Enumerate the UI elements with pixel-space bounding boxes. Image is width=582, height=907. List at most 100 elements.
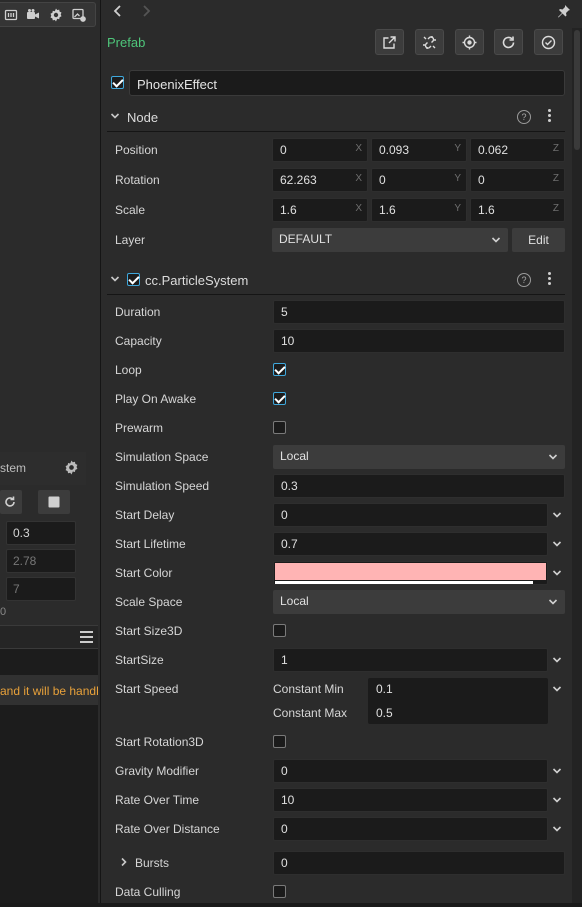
more-options-icon[interactable] (548, 272, 552, 288)
chevron-down-icon[interactable] (551, 765, 563, 777)
console-header (0, 625, 98, 649)
chevron-down-icon (491, 235, 501, 245)
position-y-input[interactable]: 0.093 Y (371, 138, 467, 162)
rotation-y-input[interactable]: 0Y (371, 168, 467, 192)
forward-arrow-icon[interactable] (139, 4, 153, 18)
chevron-down-icon[interactable] (551, 794, 563, 806)
start-size-input[interactable]: 1 (273, 648, 548, 672)
video-camera-icon[interactable] (26, 8, 40, 22)
constant-min-label: Constant Min (273, 682, 344, 696)
chevron-right-icon[interactable] (119, 857, 129, 867)
node-active-checkbox[interactable] (111, 76, 124, 89)
help-icon[interactable]: ? (517, 110, 531, 124)
start-speed-range (368, 678, 548, 724)
capacity-input[interactable]: 10 (273, 329, 565, 353)
revert-prefab-button[interactable] (494, 29, 523, 55)
layer-edit-button[interactable]: Edit (512, 228, 565, 252)
chevron-down-icon[interactable] (551, 823, 563, 835)
loop-checkbox[interactable] (273, 363, 286, 376)
position-x-input[interactable]: 0X (272, 138, 368, 162)
scrollbar-thumb[interactable] (574, 30, 580, 150)
restart-icon (5, 496, 15, 507)
help-icon[interactable]: ? (517, 273, 531, 287)
position-z-input[interactable]: 0.062 Z (470, 138, 565, 162)
unlink-icon (423, 36, 436, 49)
bottom-border (0, 903, 582, 907)
section-divider (107, 294, 565, 295)
preview-value-field: 7 (6, 577, 76, 601)
gear-icon[interactable] (49, 8, 63, 22)
back-arrow-icon[interactable] (111, 4, 125, 18)
loop-label: Loop (115, 363, 142, 377)
rate-over-time-input[interactable]: 10 (273, 788, 548, 812)
rotation-x-input[interactable]: 62.263 X (272, 168, 368, 192)
restart-button[interactable] (0, 490, 22, 514)
simulation-speed-input[interactable]: 0.3 (273, 474, 565, 498)
grid-icon[interactable] (4, 8, 18, 22)
scale-space-select[interactable]: Local (273, 590, 565, 614)
constant-max-label: Constant Max (273, 706, 348, 720)
capacity-label: Capacity (115, 334, 162, 348)
play-on-awake-label: Play On Awake (115, 392, 197, 406)
constant-min-input[interactable]: 0.1 (376, 682, 393, 696)
chevron-down-icon (110, 274, 120, 284)
chevron-down-icon[interactable] (551, 683, 563, 695)
unlink-prefab-button[interactable] (415, 29, 444, 55)
locate-prefab-button[interactable] (455, 29, 484, 55)
component-enabled-checkbox[interactable] (127, 273, 140, 286)
chevron-down-icon[interactable] (551, 567, 563, 579)
play-on-awake-checkbox[interactable] (273, 392, 286, 405)
chevron-down-icon (548, 597, 558, 607)
start-delay-label: Start Delay (115, 508, 175, 522)
constant-max-input[interactable]: 0.5 (376, 706, 393, 720)
open-external-icon (383, 36, 396, 49)
start-lifetime-input[interactable]: 0.7 (273, 532, 548, 556)
pin-icon[interactable] (557, 4, 571, 18)
color-alpha-bar (275, 581, 533, 584)
layer-select[interactable]: DEFAULT (272, 228, 508, 252)
preview-small-value: 0 (0, 606, 7, 618)
duration-input[interactable]: 5 (273, 300, 565, 324)
menu-icon[interactable] (80, 631, 93, 643)
bursts-count-input[interactable]: 0 (273, 851, 565, 875)
start-rotation3d-label: Start Rotation3D (115, 735, 204, 749)
rate-over-distance-input[interactable]: 0 (273, 817, 548, 841)
rate-over-time-label: Rate Over Time (115, 793, 200, 807)
data-culling-checkbox[interactable] (273, 885, 286, 898)
node-section-title: Node (127, 110, 159, 125)
section-title: stem (0, 461, 27, 475)
scale-y-input[interactable]: 1.6 Y (371, 198, 467, 222)
preview-value-field[interactable]: 0.3 (6, 521, 76, 545)
scale-space-label: Scale Space (115, 595, 183, 609)
start-size3d-checkbox[interactable] (273, 624, 286, 637)
gear-icon[interactable] (64, 460, 79, 475)
apply-prefab-button[interactable] (534, 29, 563, 55)
scale-x-input[interactable]: 1.6 X (272, 198, 368, 222)
gravity-modifier-input[interactable]: 0 (273, 759, 548, 783)
start-rotation3d-checkbox[interactable] (273, 735, 286, 748)
prewarm-checkbox[interactable] (273, 421, 286, 434)
chevron-down-icon[interactable] (551, 509, 563, 521)
chevron-down-icon (110, 111, 120, 121)
chevron-down-icon[interactable] (551, 654, 563, 666)
start-color-picker[interactable] (273, 561, 548, 585)
node-name-input[interactable]: PhoenixEffect (129, 70, 565, 96)
more-options-icon[interactable] (548, 109, 552, 125)
rotation-label: Rotation (115, 173, 160, 187)
node-section-header[interactable]: Node ? (101, 103, 573, 131)
rotation-z-input[interactable]: 0Z (470, 168, 565, 192)
inspector-scrollbar[interactable] (572, 28, 582, 907)
scale-z-input[interactable]: 1.6 Z (470, 198, 565, 222)
prewarm-label: Prewarm (115, 421, 164, 435)
stop-button[interactable] (38, 490, 70, 514)
image-settings-icon[interactable] (72, 8, 86, 22)
console-warning-row[interactable]: and it will be handl (0, 675, 98, 705)
chevron-down-icon[interactable] (551, 538, 563, 550)
simulation-space-select[interactable]: Local (273, 445, 565, 469)
particle-system-section-header[interactable]: cc.ParticleSystem ? (101, 266, 573, 294)
stop-icon (48, 496, 60, 508)
scale-label: Scale (115, 203, 146, 217)
start-delay-input[interactable]: 0 (273, 503, 548, 527)
data-culling-label: Data Culling (115, 885, 181, 899)
open-prefab-button[interactable] (375, 29, 404, 55)
